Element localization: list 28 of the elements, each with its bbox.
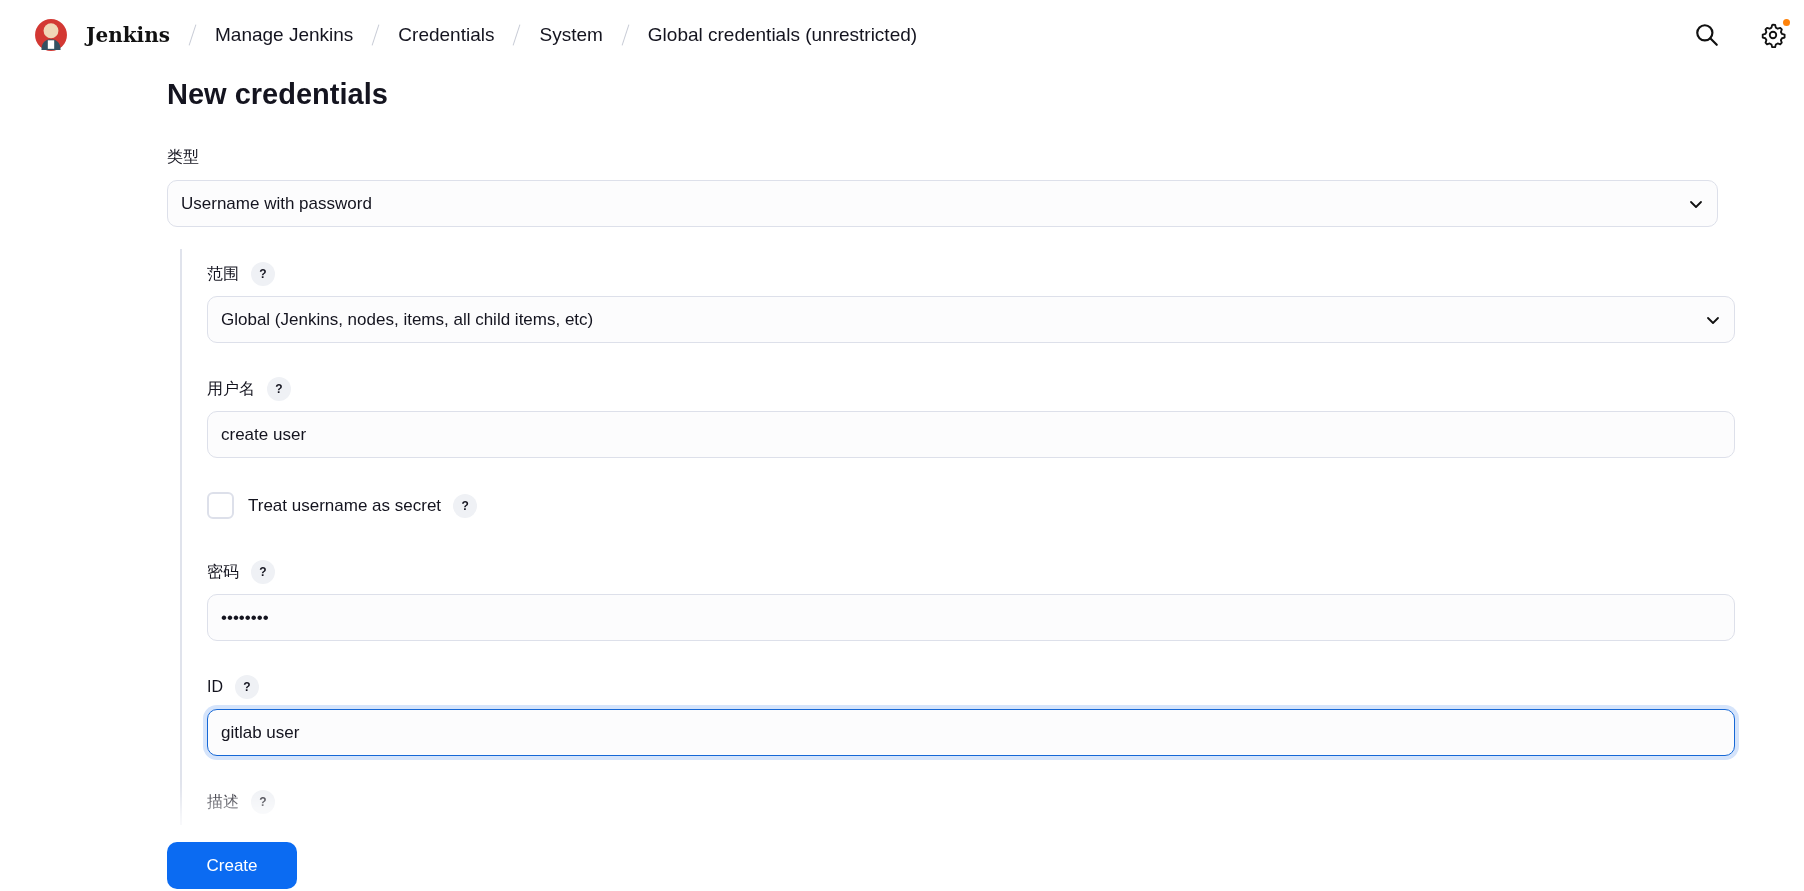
- brand-link[interactable]: Jenkins: [86, 23, 170, 47]
- create-button[interactable]: Create: [167, 842, 297, 889]
- help-button[interactable]: ?: [267, 377, 291, 401]
- input-field[interactable]: ••••••••: [207, 594, 1735, 641]
- breadcrumb-link[interactable]: Global credentials (unrestricted): [647, 24, 918, 46]
- input-field[interactable]: create user: [207, 411, 1735, 458]
- field-label: 密码: [207, 561, 239, 582]
- breadcrumb-link[interactable]: Manage Jenkins: [215, 24, 354, 46]
- checkbox[interactable]: [207, 492, 234, 519]
- field-label: 范围: [207, 263, 239, 284]
- dropdown[interactable]: Global (Jenkins, nodes, items, all child items, etc): [207, 296, 1735, 343]
- help-button[interactable]: ?: [251, 790, 275, 814]
- search-icon[interactable]: [1694, 22, 1720, 48]
- help-button[interactable]: ?: [251, 262, 275, 286]
- field-label: 类型: [167, 147, 200, 167]
- field-label: ID: [207, 678, 223, 696]
- field-label: 描述: [207, 791, 239, 812]
- help-button[interactable]: ?: [251, 560, 275, 584]
- help-button[interactable]: ?: [453, 493, 478, 518]
- help-button[interactable]: ?: [235, 675, 259, 699]
- breadcrumb-link[interactable]: Credentials: [398, 24, 495, 46]
- page-title: New credentials: [167, 78, 389, 111]
- input-field[interactable]: gitlab user: [207, 709, 1735, 756]
- field-label: 用户名: [207, 378, 255, 399]
- settings-icon[interactable]: [1760, 22, 1786, 48]
- checkbox-label[interactable]: Treat username as secret: [248, 495, 442, 516]
- breadcrumb-link[interactable]: System: [539, 24, 603, 46]
- dropdown[interactable]: Username with password: [167, 180, 1718, 227]
